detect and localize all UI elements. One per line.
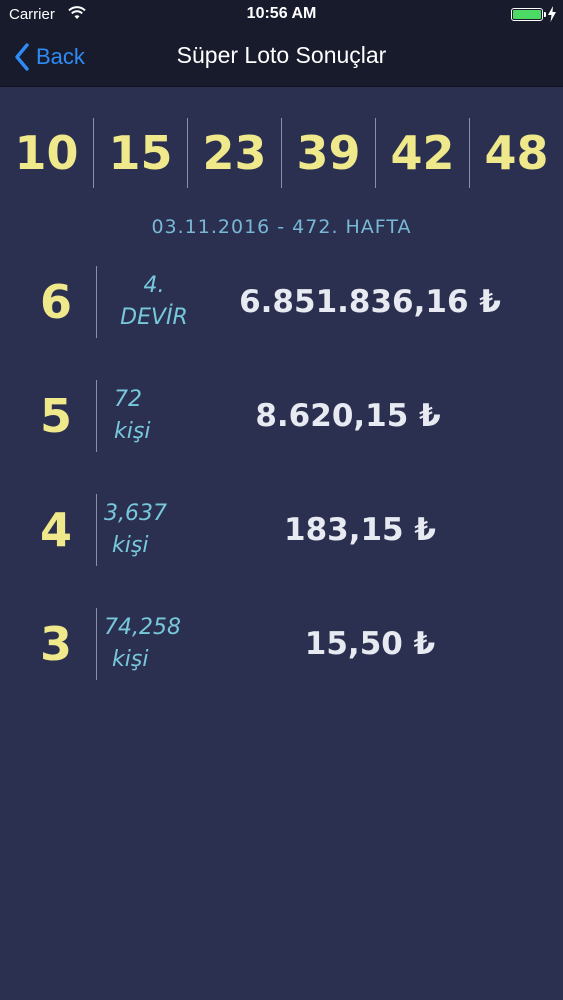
drawn-number: 10 (0, 118, 94, 188)
row-divider (96, 494, 97, 566)
row-divider (96, 380, 97, 452)
devir-label: 4. DEVİR (104, 270, 204, 334)
prize-amount: 6.851.836,16 ₺ (239, 284, 501, 320)
prize-row-3: 3 74,258 kişi 15,50 ₺ (0, 608, 563, 680)
battery-tip (544, 12, 546, 17)
prize-row-6: 6 4. DEVİR 6.851.836,16 ₺ (0, 266, 563, 338)
winner-count: 3,637 kişi (104, 498, 204, 562)
status-time: 10:56 AM (246, 5, 317, 22)
bolt-icon (548, 6, 556, 22)
prize-amount: 183,15 ₺ (284, 512, 436, 548)
row-divider (96, 266, 97, 338)
drawn-numbers: 10 15 23 39 42 48 (0, 118, 563, 188)
winner-unit: kişi (112, 533, 149, 558)
navigation-bar: Carrier 10:56 AM Back Süper Loto Sonuçla… (0, 0, 563, 87)
devir-count: 4. (143, 273, 165, 298)
prize-row-5: 5 72 kişi 8.620,15 ₺ (0, 380, 563, 452)
drawn-number: 15 (94, 118, 188, 188)
drawn-number: 39 (282, 118, 376, 188)
drawn-number: 48 (484, 126, 549, 180)
winner-unit: kişi (112, 647, 149, 672)
row-divider (96, 608, 97, 680)
drawn-number: 23 (188, 118, 282, 188)
prize-amount: 8.620,15 ₺ (255, 398, 441, 434)
page-title: Süper Loto Sonuçlar (176, 42, 387, 68)
status-bar: Carrier 10:56 AM (0, 0, 563, 30)
draw-info: 03.11.2016 - 472. HAFTA (151, 216, 412, 238)
battery-icon (511, 8, 543, 21)
winner-number: 3,637 (104, 501, 167, 526)
drawn-number: 42 (376, 118, 470, 188)
devir-text: DEVİR (120, 305, 188, 330)
winner-number: 74,258 (104, 615, 181, 640)
prize-row-4: 4 3,637 kişi 183,15 ₺ (0, 494, 563, 566)
winner-count: 74,258 kişi (104, 612, 204, 676)
prize-amount: 15,50 ₺ (304, 626, 436, 662)
